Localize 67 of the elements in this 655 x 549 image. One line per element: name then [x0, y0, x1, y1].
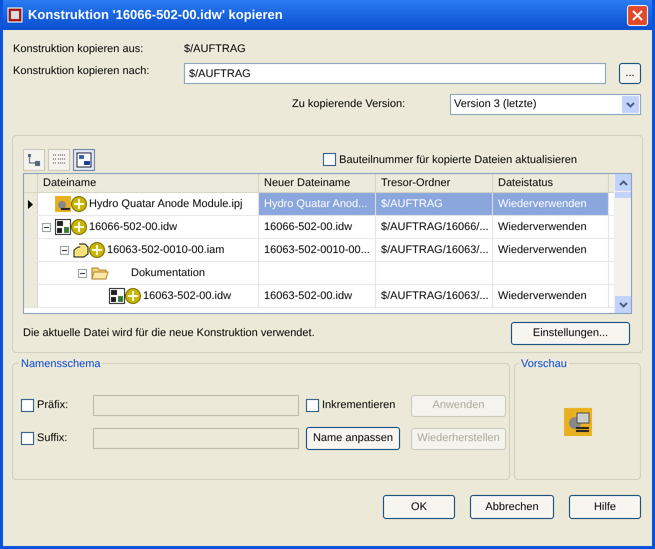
status-plus-icon — [71, 219, 87, 235]
project-icon — [55, 196, 71, 212]
field-label: Konstruktion kopieren aus: — [12, 42, 144, 57]
status-plus-icon — [125, 288, 141, 304]
rename-button[interactable]: Name anpassen — [306, 427, 400, 450]
source-path: $/AUFTRAG — [184, 42, 246, 57]
file-status: Wiederverwenden — [498, 196, 587, 212]
file-name[interactable]: Dokumentation — [131, 264, 205, 282]
vault-folder: $/AUFTRAG — [381, 196, 443, 212]
scroll-up-icon — [618, 180, 628, 186]
status-plus-icon — [71, 196, 87, 212]
collapse-icon[interactable] — [42, 222, 51, 232]
file-name[interactable]: 16063-502-00.idw — [143, 288, 232, 304]
vault-folder: $/AUFTRAG/16063/... — [381, 242, 489, 258]
checkbox[interactable] — [21, 399, 34, 412]
window-title: Konstruktion '16066-502-00.idw' kopieren — [28, 6, 284, 24]
new-file-name: 16063-502-0010-00... — [264, 242, 370, 258]
diagram-icon — [76, 152, 92, 168]
drawing-icon — [55, 219, 71, 235]
version-dropdown[interactable]: Version 3 (letzte) — [450, 94, 641, 115]
app-icon — [7, 7, 23, 23]
file-status: Wiederverwenden — [498, 220, 587, 235]
file-status: Wiederverwenden — [498, 288, 587, 304]
settings-button[interactable]: Einstellungen... — [511, 322, 630, 345]
scrollbar[interactable] — [614, 174, 631, 313]
checkbox[interactable] — [323, 153, 336, 166]
folder-icon — [91, 266, 109, 280]
row-header[interactable] — [24, 193, 38, 215]
assembly-icon — [73, 242, 89, 258]
tree-icon — [27, 153, 41, 167]
new-file-name: 16063-502-00.idw — [264, 288, 352, 304]
column-header[interactable]: Dateiname — [38, 174, 259, 193]
diagram-view-button[interactable] — [73, 149, 95, 171]
checkbox-label: Suffix: — [37, 431, 68, 446]
file-name[interactable]: 16066-502-00.idw — [89, 218, 178, 236]
file-name[interactable]: 16063-502-0010-00.iam — [107, 242, 224, 258]
list-view-button[interactable] — [48, 149, 70, 171]
browse-button[interactable]: ... — [619, 63, 641, 84]
new-file-name: 16066-502-00.idw — [264, 220, 352, 235]
target-path-field[interactable]: $/AUFTRAG — [184, 63, 606, 84]
field-label: Konstruktion kopieren nach: — [12, 64, 150, 79]
checkbox[interactable] — [21, 432, 34, 445]
vault-folder: $/AUFTRAG/16063/... — [381, 288, 489, 304]
collapse-icon[interactable] — [60, 246, 69, 254]
new-file-name: Hydro Quatar Anod... — [264, 196, 368, 212]
scroll-down-icon — [618, 302, 628, 308]
close-button[interactable] — [627, 4, 648, 26]
field-label: Zu kopierende Version: — [292, 97, 406, 112]
dialog-button[interactable]: OK — [383, 495, 455, 519]
dialog-button[interactable]: Abbrechen — [470, 495, 554, 519]
checkbox-label: Bauteilnummer für kopierte Dateien aktualisieren — [339, 152, 577, 168]
current-row-icon — [28, 200, 33, 208]
drawing-icon — [109, 288, 125, 304]
file-name[interactable]: Hydro Quatar Anode Module.ipj — [89, 196, 242, 212]
checkbox-label: Präfix: — [37, 398, 68, 414]
dialog-button[interactable]: Hilfe — [569, 495, 641, 519]
close-icon — [632, 10, 643, 20]
checkbox-label: Inkrementieren — [322, 398, 396, 414]
vault-folder: $/AUFTRAG/16066/... — [381, 220, 489, 235]
info-text: Die aktuelle Datei wird für die neue Konstruktion verwendet. — [23, 326, 316, 342]
tree-view-button[interactable] — [23, 149, 45, 171]
status-plus-icon — [89, 242, 105, 258]
checkbox[interactable] — [306, 399, 319, 412]
project-preview-icon — [564, 408, 592, 436]
scroll-thumb[interactable] — [615, 192, 631, 198]
file-status: Wiederverwenden — [498, 242, 587, 258]
collapse-icon[interactable] — [78, 268, 87, 278]
